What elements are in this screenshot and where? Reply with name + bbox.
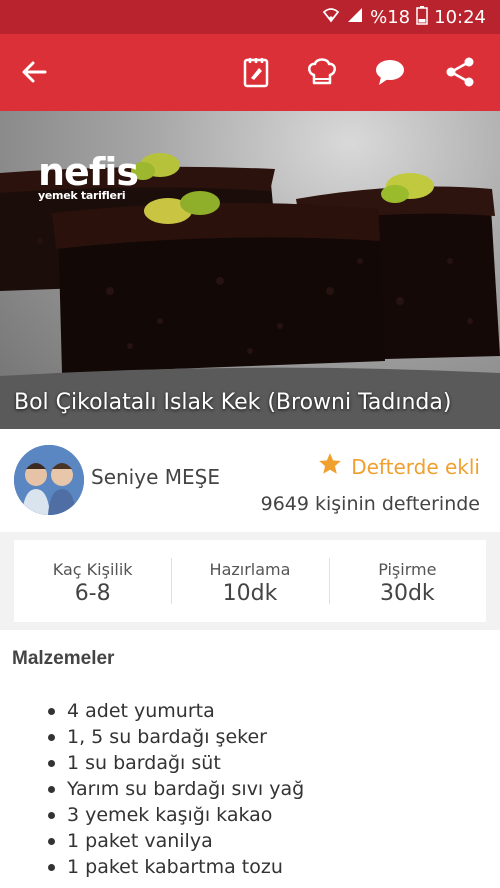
wifi-icon: [322, 6, 340, 29]
recipe-stats: Kaç Kişilik 6-8 Hazırlama 10dk Pişirme 3…: [14, 540, 486, 622]
status-bar: %18 10:24: [0, 0, 500, 34]
toolbar: [0, 34, 500, 111]
author-card: Seniye MEŞE Defterde ekli 9649 kişinin d…: [0, 429, 500, 532]
list-item: 1, 5 su bardağı şeker: [48, 724, 304, 750]
stat-value: 6-8: [74, 581, 111, 606]
stat-prep-time: Hazırlama 10dk: [171, 540, 328, 622]
list-item: 1 paket kabartma tozu: [48, 854, 304, 880]
signal-icon: [346, 6, 364, 29]
list-item: Yarım su bardağı sıvı yağ: [48, 776, 304, 802]
stat-cook-time: Pişirme 30dk: [328, 540, 486, 622]
brand-logo: nefis yemek tarifleri: [38, 150, 139, 202]
list-item: 4 adet yumurta: [48, 698, 304, 724]
ingredients-section: Malzemeler 4 adet yumurta 1, 5 su bardağ…: [0, 630, 500, 888]
back-arrow-icon[interactable]: [14, 52, 54, 92]
status-time: 10:24: [434, 6, 486, 28]
battery-percent: %18: [370, 6, 411, 28]
stat-value: 10dk: [222, 581, 278, 606]
list-item: 1 su bardağı süt: [48, 750, 304, 776]
chef-hat-icon[interactable]: [302, 52, 342, 92]
share-icon[interactable]: [440, 52, 480, 92]
stat-label: Kaç Kişilik: [52, 560, 133, 579]
brand-name: nefis: [38, 150, 139, 194]
list-item: 3 yemek kaşığı kakao: [48, 802, 304, 828]
status-indicators: %18 10:24: [322, 0, 486, 34]
chat-bubble-icon[interactable]: [370, 52, 410, 92]
star-icon: [317, 451, 343, 482]
battery-icon: [416, 5, 428, 30]
stat-label: Hazırlama: [209, 560, 291, 579]
favorite-toggle[interactable]: Defterde ekli: [317, 451, 480, 482]
stat-servings: Kaç Kişilik 6-8: [14, 540, 171, 622]
notebook-icon[interactable]: [236, 52, 276, 92]
favorite-label: Defterde ekli: [351, 454, 480, 479]
list-item: 1 paket vanilya: [48, 828, 304, 854]
favorite-count: 9649 kişinin defterinde: [260, 493, 480, 515]
stat-label: Pişirme: [378, 560, 437, 579]
brand-subtitle: yemek tarifleri: [38, 189, 126, 202]
recipe-photo[interactable]: nefis yemek tarifleri Bol Çikolatalı Isl…: [0, 111, 500, 429]
ingredients-list: 4 adet yumurta 1, 5 su bardağı şeker 1 s…: [48, 698, 304, 880]
recipe-title: Bol Çikolatalı Islak Kek (Browni Tadında…: [14, 390, 452, 415]
stat-value: 30dk: [379, 581, 435, 606]
ingredients-title: Malzemeler: [12, 648, 115, 669]
author-name[interactable]: Seniye MEŞE: [91, 465, 220, 489]
avatar[interactable]: [14, 445, 84, 515]
